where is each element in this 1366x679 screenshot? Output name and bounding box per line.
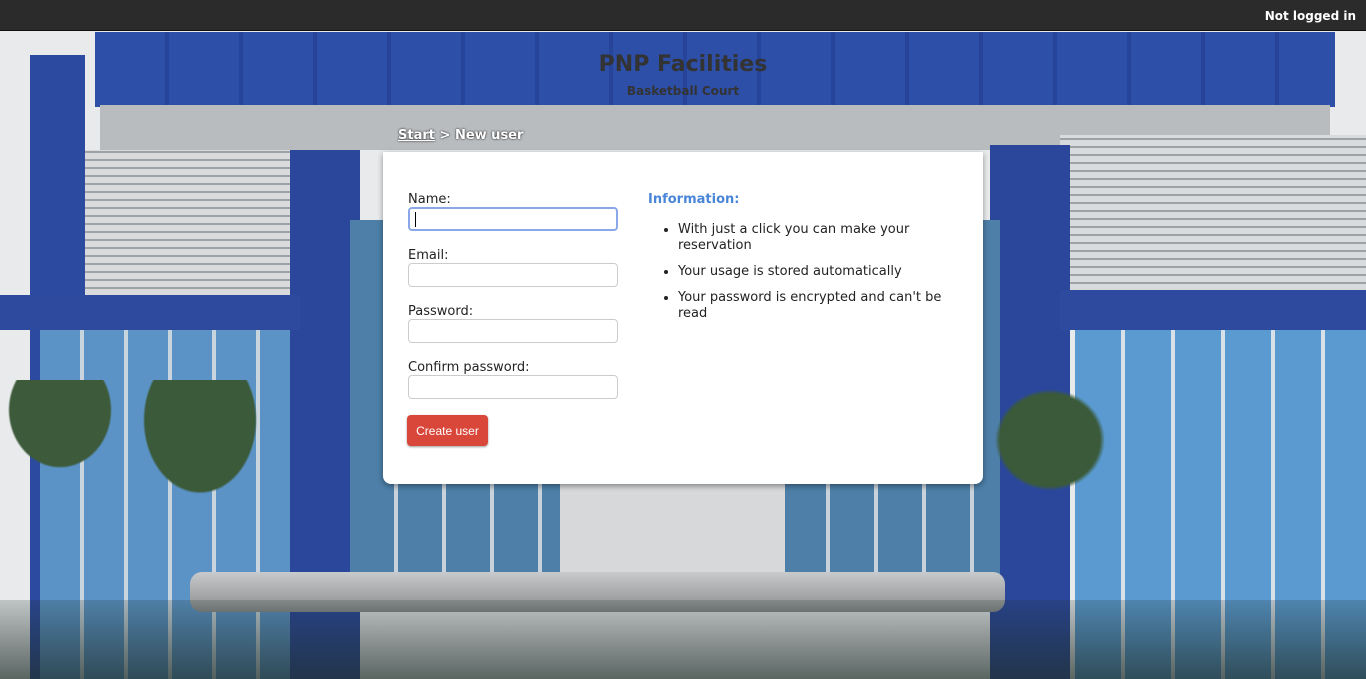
breadcrumb-start-link[interactable]: Start — [398, 128, 435, 143]
password-input[interactable] — [408, 319, 618, 343]
new-user-card: Name: Email: Password: Confirm password:… — [383, 152, 983, 484]
information-heading: Information: — [648, 192, 740, 207]
password-label: Password: — [408, 304, 474, 319]
name-input[interactable] — [408, 207, 618, 231]
breadcrumb: Start > New user — [398, 128, 523, 143]
email-label: Email: — [408, 248, 449, 263]
name-label: Name: — [408, 192, 451, 207]
login-status: Not logged in — [1264, 9, 1356, 23]
email-input[interactable] — [408, 263, 618, 287]
confirm-password-input[interactable] — [408, 375, 618, 399]
page-subtitle: Basketball Court — [626, 84, 740, 98]
confirm-password-label: Confirm password: — [408, 360, 530, 375]
create-user-button[interactable]: Create user — [407, 415, 488, 446]
list-item: Your usage is stored automatically — [678, 264, 948, 280]
list-item: Your password is encrypted and can't be … — [678, 290, 948, 322]
list-item: With just a click you can make your rese… — [678, 222, 948, 254]
top-bar: Not logged in — [0, 0, 1366, 31]
page-title: PNP Facilities — [598, 52, 768, 77]
information-list: With just a click you can make your rese… — [678, 222, 948, 332]
breadcrumb-current: New user — [454, 128, 524, 143]
text-caret — [415, 212, 416, 227]
breadcrumb-separator: > — [439, 128, 451, 143]
